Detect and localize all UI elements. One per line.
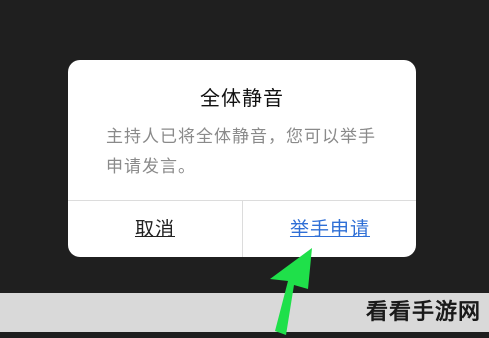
mute-all-dialog: 全体静音 主持人已将全体静音，您可以举手申请发言。 取消 举手申请: [68, 60, 416, 257]
watermark-text: 看看手游网: [365, 300, 481, 325]
cancel-button[interactable]: 取消: [68, 201, 242, 257]
up-arrow-icon: [270, 248, 312, 335]
dialog-title: 全体静音: [200, 86, 284, 110]
dialog-message: 主持人已将全体静音，您可以举手申请发言。: [106, 127, 376, 177]
